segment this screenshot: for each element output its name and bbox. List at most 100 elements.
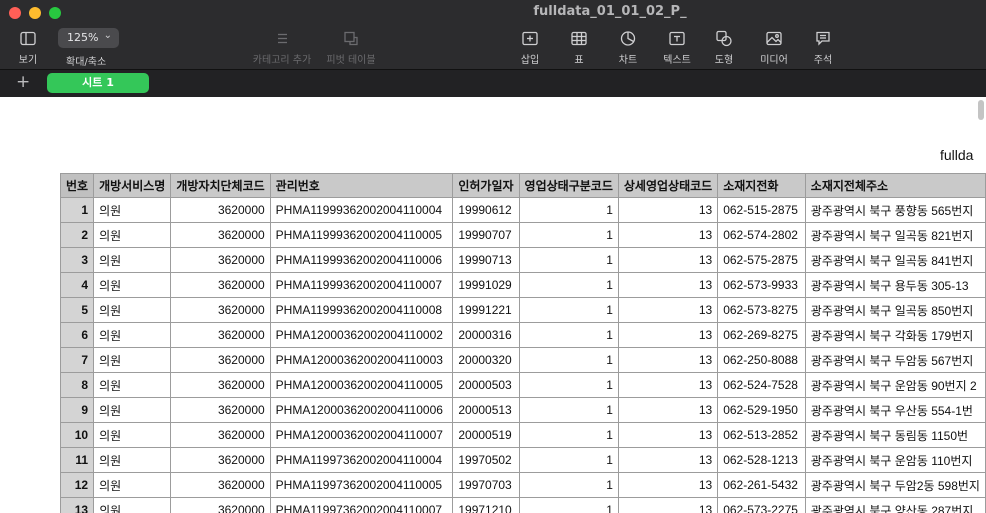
table-cell[interactable]: 19990612 (452, 197, 520, 223)
table-cell[interactable]: 062-261-5432 (717, 472, 806, 498)
table-cell[interactable]: 062-513-2852 (717, 422, 806, 448)
table-row[interactable]: 10 의원 3620000 PHMA12000362002004110007 20000… (59, 422, 986, 448)
table-cell[interactable]: 1 (518, 347, 619, 373)
table-cell[interactable]: 13 (617, 222, 719, 248)
table-cell[interactable]: 3620000 (170, 497, 271, 513)
table-cell[interactable]: 13 (617, 247, 719, 273)
table-cell[interactable]: 1 (518, 247, 619, 273)
table-row[interactable]: 2 의원 3620000 PHMA11999362002004110005 199907… (59, 222, 986, 248)
table-row[interactable]: 11 의원 3620000 PHMA11997362002004110004 19970… (59, 447, 986, 473)
table-cell[interactable]: PHMA12000362002004110006 (269, 397, 454, 423)
add-category-button[interactable]: 카테고리 추가 (245, 30, 319, 66)
table-cell[interactable]: 13 (617, 497, 719, 513)
table-row[interactable]: 7 의원 3620000 PHMA12000362002004110003 200003… (59, 347, 986, 373)
table-cell[interactable]: 광주광역시 북구 운암동 90번지 2 (804, 372, 986, 398)
table-cell[interactable]: 의원 (93, 197, 172, 223)
table-row[interactable]: 9 의원 3620000 PHMA12000362002004110006 200005… (59, 397, 986, 423)
table-cell[interactable]: 062-529-1950 (717, 397, 806, 423)
table-cell[interactable]: 3620000 (170, 322, 271, 348)
table-cell[interactable]: 의원 (93, 422, 172, 448)
pivot-table-button[interactable]: 피벗 테이블 (322, 30, 380, 66)
table-cell[interactable]: PHMA11997362002004110007 (269, 497, 454, 513)
table-cell[interactable]: 062-528-1213 (717, 447, 806, 473)
table-cell[interactable]: 의원 (93, 347, 172, 373)
table-cell[interactable]: 062-573-8275 (717, 297, 806, 323)
table-cell[interactable]: 20000519 (452, 422, 520, 448)
table-cell[interactable]: 광주광역시 북구 두암2동 598번지 (804, 472, 986, 498)
table-cell[interactable]: PHMA11999362002004110004 (269, 197, 454, 223)
chart-button[interactable]: 차트 (614, 30, 642, 66)
table-cell[interactable]: 광주광역시 북구 일곡동 841번지 (804, 247, 986, 273)
table-cell[interactable]: 의원 (93, 297, 172, 323)
table-cell[interactable]: 062-573-2275 (717, 497, 806, 513)
table-cell[interactable]: 의원 (93, 372, 172, 398)
table-cell[interactable]: 19991221 (452, 297, 520, 323)
table-cell[interactable]: 광주광역시 북구 양산동 287번지 (804, 497, 986, 513)
table-cell[interactable]: PHMA11999362002004110008 (269, 297, 454, 323)
table-cell[interactable]: 3620000 (170, 472, 271, 498)
table-cell[interactable]: PHMA11999362002004110005 (269, 222, 454, 248)
table-cell[interactable]: 광주광역시 북구 각화동 179번지 (804, 322, 986, 348)
row-number-cell[interactable]: 10 (59, 422, 95, 448)
table-cell[interactable]: 광주광역시 북구 동림동 1150번 (804, 422, 986, 448)
row-number-cell[interactable]: 4 (59, 272, 95, 298)
table-cell[interactable]: 13 (617, 272, 719, 298)
table-cell[interactable]: 1 (518, 297, 619, 323)
table-cell[interactable]: 3620000 (170, 347, 271, 373)
table-cell[interactable]: 3620000 (170, 197, 271, 223)
zoom-select[interactable]: 125% ⌄ (58, 28, 119, 48)
table-cell[interactable]: 1 (518, 447, 619, 473)
table-cell[interactable]: 19991029 (452, 272, 520, 298)
table-cell[interactable]: 13 (617, 472, 719, 498)
table-row[interactable]: 8 의원 3620000 PHMA12000362002004110005 200005… (59, 372, 986, 398)
table-cell[interactable]: 광주광역시 북구 일곡동 821번지 (804, 222, 986, 248)
table-cell[interactable]: 의원 (93, 247, 172, 273)
table-cell[interactable]: PHMA11999362002004110006 (269, 247, 454, 273)
table-cell[interactable]: 의원 (93, 447, 172, 473)
table-cell[interactable]: 19971210 (452, 497, 520, 513)
table-cell[interactable]: 의원 (93, 472, 172, 498)
view-button[interactable]: 보기 (14, 30, 42, 66)
sheet-tab-1[interactable]: 시트 1 (47, 73, 149, 93)
table-cell[interactable]: 1 (518, 197, 619, 223)
vertical-scrollbar[interactable] (978, 100, 984, 120)
table-cell[interactable]: PHMA12000362002004110002 (269, 322, 454, 348)
table-cell[interactable]: 062-515-2875 (717, 197, 806, 223)
minimize-window-button[interactable] (29, 7, 41, 19)
table-cell[interactable]: PHMA11999362002004110007 (269, 272, 454, 298)
row-number-cell[interactable]: 6 (59, 322, 95, 348)
table-cell[interactable]: 19970502 (452, 447, 520, 473)
comment-button[interactable]: 주석 (810, 30, 836, 66)
table-cell[interactable]: 062-574-2802 (717, 222, 806, 248)
table-cell[interactable]: PHMA11997362002004110004 (269, 447, 454, 473)
table-cell[interactable]: 광주광역시 북구 운암동 110번지 (804, 447, 986, 473)
table-cell[interactable]: 1 (518, 322, 619, 348)
table-cell[interactable]: 13 (617, 372, 719, 398)
table-cell[interactable]: 3620000 (170, 422, 271, 448)
table-cell[interactable]: 1 (518, 372, 619, 398)
table-cell[interactable]: 3620000 (170, 372, 271, 398)
table-cell[interactable]: 062-269-8275 (717, 322, 806, 348)
row-number-cell[interactable]: 5 (59, 297, 95, 323)
table-cell[interactable]: 062-575-2875 (717, 247, 806, 273)
table-cell[interactable]: 20000503 (452, 372, 520, 398)
table-cell[interactable]: 19990713 (452, 247, 520, 273)
table-cell[interactable]: 13 (617, 322, 719, 348)
table-cell[interactable]: 3620000 (170, 397, 271, 423)
row-number-cell[interactable]: 8 (59, 372, 95, 398)
table-row[interactable]: 5 의원 3620000 PHMA11999362002004110008 199912… (59, 297, 986, 323)
table-cell[interactable]: 3620000 (170, 247, 271, 273)
table-cell[interactable]: PHMA12000362002004110003 (269, 347, 454, 373)
text-button[interactable]: 텍스트 (660, 30, 694, 66)
row-number-cell[interactable]: 3 (59, 247, 95, 273)
table-cell[interactable]: 1 (518, 497, 619, 513)
table-cell[interactable]: 광주광역시 북구 두암동 567번지 (804, 347, 986, 373)
table-cell[interactable]: 13 (617, 197, 719, 223)
header-status-code[interactable]: 영업상태구분코드 (518, 173, 619, 198)
table-row[interactable]: 1 의원 3620000 PHMA11999362002004110004 199906… (59, 197, 986, 223)
table-row[interactable]: 4 의원 3620000 PHMA11999362002004110007 199910… (59, 272, 986, 298)
table-row[interactable]: 12 의원 3620000 PHMA11997362002004110005 19970… (59, 472, 986, 498)
close-window-button[interactable] (9, 7, 21, 19)
table-cell[interactable]: 3620000 (170, 272, 271, 298)
table-cell[interactable]: 의원 (93, 222, 172, 248)
